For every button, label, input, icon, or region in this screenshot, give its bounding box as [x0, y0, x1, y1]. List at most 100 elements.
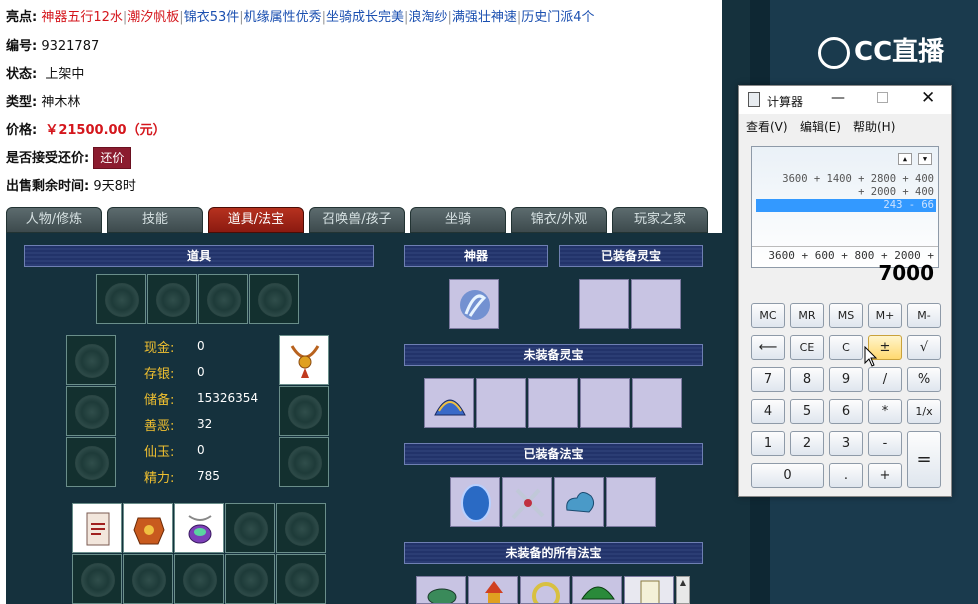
necklace-icon — [290, 345, 320, 378]
equals-button[interactable]: = — [907, 431, 941, 488]
inventory-slot[interactable] — [147, 274, 197, 324]
price-row: 价格: ￥21500.00（元） — [6, 119, 166, 138]
inventory-slot-filled[interactable] — [123, 503, 173, 553]
digit-5-button[interactable]: 5 — [790, 399, 824, 424]
highlight-tag[interactable]: 机缘属性优秀 — [244, 10, 322, 25]
tab-pets-children[interactable]: 召唤兽/孩子 — [309, 207, 405, 233]
menu-view[interactable]: 查看(V) — [746, 118, 788, 135]
unequipped-fabao-slot[interactable] — [416, 576, 466, 604]
fabao-scrollbar[interactable]: ▲ — [676, 576, 690, 604]
tab-player-home[interactable]: 玩家之家 — [612, 207, 708, 233]
inventory-slot[interactable] — [276, 554, 326, 604]
unequipped-fabao-slot[interactable] — [572, 576, 622, 604]
unequipped-fabao-slot[interactable] — [520, 576, 570, 604]
highlight-tag[interactable]: 历史门派4个 — [521, 10, 594, 25]
digit-1-button[interactable]: 1 — [751, 431, 785, 456]
unequipped-lingbao-header: 未装备灵宝 — [404, 344, 703, 366]
unequipped-lingbao-slot[interactable] — [580, 378, 630, 428]
equipment-slot[interactable] — [279, 386, 329, 436]
highlight-tag[interactable]: 浪淘纱 — [408, 10, 447, 25]
equipped-fabao-slot[interactable] — [606, 477, 656, 527]
tab-skills[interactable]: 技能 — [107, 207, 203, 233]
highlight-tag[interactable]: 锦衣53件 — [184, 10, 240, 25]
mc-button[interactable]: MC — [751, 303, 785, 328]
equipment-slot[interactable] — [66, 386, 116, 436]
inventory-slot[interactable] — [96, 274, 146, 324]
digit-3-button[interactable]: 3 — [829, 431, 863, 456]
equipment-slot[interactable] — [66, 437, 116, 487]
inventory-slot[interactable] — [249, 274, 299, 324]
equipped-lingbao-slot[interactable] — [579, 279, 629, 329]
inventory-slot[interactable] — [276, 503, 326, 553]
calculator-titlebar[interactable]: 计算器 — ✕ — [739, 86, 951, 114]
tab-items-treasures[interactable]: 道具/法宝 — [208, 207, 304, 233]
ms-button[interactable]: MS — [829, 303, 863, 328]
unequipped-lingbao-slot[interactable] — [632, 378, 682, 428]
equipped-fabao-slot[interactable] — [450, 477, 500, 527]
unequipped-fabao-slot[interactable] — [624, 576, 674, 604]
ce-button[interactable]: CE — [790, 335, 824, 360]
calculator-display: ▲ ▼ 3600 + 1400 + 2800 + 400 + 2000 + 40… — [751, 146, 939, 283]
digit-6-button[interactable]: 6 — [829, 399, 863, 424]
haggle-button[interactable]: 还价 — [93, 147, 132, 169]
tab-character[interactable]: 人物/修炼 — [6, 207, 102, 233]
unequipped-lingbao-slot[interactable] — [476, 378, 526, 428]
digit-2-button[interactable]: 2 — [790, 431, 824, 456]
sqrt-button[interactable]: √ — [907, 335, 941, 360]
backspace-button[interactable]: ⟵ — [751, 335, 785, 360]
digit-8-button[interactable]: 8 — [790, 367, 824, 392]
inventory-slot[interactable] — [72, 554, 122, 604]
inventory-slot[interactable] — [225, 503, 275, 553]
equipment-slot[interactable] — [279, 437, 329, 487]
menu-help[interactable]: 帮助(H) — [853, 118, 895, 135]
clear-button[interactable]: C — [829, 335, 863, 360]
m-minus-button[interactable]: M- — [907, 303, 941, 328]
minimize-icon[interactable]: — — [831, 90, 845, 106]
digit-7-button[interactable]: 7 — [751, 367, 785, 392]
reciprocal-button[interactable]: 1/x — [907, 399, 941, 424]
divide-button[interactable]: / — [868, 367, 902, 392]
calculator-title: 计算器 — [767, 95, 804, 109]
highlight-tag[interactable]: 潮汐帆板 — [127, 10, 179, 25]
jade-value: 0 — [197, 443, 205, 457]
digit-9-button[interactable]: 9 — [829, 367, 863, 392]
savings-value: 0 — [197, 365, 205, 379]
armor-item-icon — [133, 517, 165, 545]
percent-button[interactable]: % — [907, 367, 941, 392]
m-plus-button[interactable]: M+ — [868, 303, 902, 328]
inventory-slot[interactable] — [174, 554, 224, 604]
add-button[interactable]: + — [868, 463, 902, 488]
history-down-icon[interactable]: ▼ — [918, 153, 932, 165]
maximize-icon[interactable] — [877, 92, 888, 103]
history-selected[interactable]: 243 - 66 — [756, 199, 936, 212]
menu-edit[interactable]: 编辑(E) — [800, 118, 841, 135]
unequipped-fabao-slot[interactable] — [468, 576, 518, 604]
decimal-button[interactable]: . — [829, 463, 863, 488]
equipped-fabao-slot[interactable] — [554, 477, 604, 527]
equipped-fabao-slot[interactable] — [502, 477, 552, 527]
unequipped-lingbao-slot[interactable] — [528, 378, 578, 428]
equipped-lingbao-slot[interactable] — [631, 279, 681, 329]
unequipped-lingbao-slot[interactable] — [424, 378, 474, 428]
highlight-tag[interactable]: 神器五行12水 — [41, 10, 123, 25]
inventory-slot[interactable] — [123, 554, 173, 604]
inventory-slot-filled[interactable] — [72, 503, 122, 553]
highlight-tag[interactable]: 满强壮神速 — [452, 10, 517, 25]
close-icon[interactable]: ✕ — [921, 88, 935, 108]
digit-0-button[interactable]: 0 — [751, 463, 824, 488]
multiply-button[interactable]: * — [868, 399, 902, 424]
scroll-up-icon[interactable]: ▲ — [677, 577, 689, 589]
tab-mounts[interactable]: 坐骑 — [410, 207, 506, 233]
highlight-tag[interactable]: 坐骑成长完美 — [326, 10, 404, 25]
mr-button[interactable]: MR — [790, 303, 824, 328]
inventory-slot-filled[interactable] — [174, 503, 224, 553]
history-up-icon[interactable]: ▲ — [898, 153, 912, 165]
digit-4-button[interactable]: 4 — [751, 399, 785, 424]
equipment-slot-filled[interactable] — [279, 335, 329, 385]
equipment-slot[interactable] — [66, 335, 116, 385]
tab-outfits[interactable]: 锦衣/外观 — [511, 207, 607, 233]
inventory-slot[interactable] — [198, 274, 248, 324]
inventory-slot[interactable] — [225, 554, 275, 604]
artifact-slot[interactable] — [449, 279, 499, 329]
subtract-button[interactable]: - — [868, 431, 902, 456]
